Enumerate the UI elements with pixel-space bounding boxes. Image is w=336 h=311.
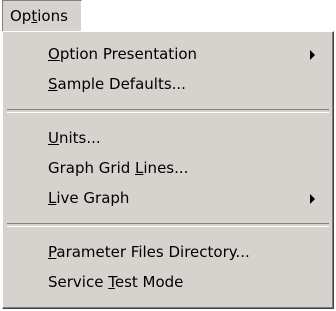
menu-item-label: Live Graph <box>48 189 130 207</box>
menu-separator <box>7 223 329 227</box>
submenu-arrow-icon <box>310 194 315 204</box>
menu-item-label: Parameter Files Directory... <box>48 243 250 261</box>
options-menu-title-post: ions <box>37 7 68 25</box>
menu-item-label: Service Test Mode <box>48 273 184 291</box>
menu-item-service-test-mode[interactable]: Service Test Mode <box>3 267 333 297</box>
options-menu-title[interactable]: Options <box>2 0 82 31</box>
menu-item-graph-grid-lines[interactable]: Graph Grid Lines... <box>3 153 333 183</box>
menu-item-label: Option Presentation <box>48 45 198 63</box>
menu-item-units[interactable]: Units... <box>3 123 333 153</box>
menu-item-sample-defaults[interactable]: Sample Defaults... <box>3 69 333 99</box>
menu-item-live-graph[interactable]: Live Graph <box>3 183 333 213</box>
menu-item-label: Graph Grid Lines... <box>48 159 189 177</box>
menu-item-option-presentation[interactable]: Option Presentation <box>3 39 333 69</box>
menu-item-label: Sample Defaults... <box>48 75 186 93</box>
submenu-arrow-icon <box>310 50 315 60</box>
menu-item-label: Units... <box>48 129 101 147</box>
menu-item-parameter-files-directory[interactable]: Parameter Files Directory... <box>3 237 333 267</box>
options-dropdown-menu: Option Presentation Sample Defaults... U… <box>2 31 334 309</box>
menu-separator <box>7 109 329 113</box>
options-menu-title-pre: Op <box>10 7 32 25</box>
